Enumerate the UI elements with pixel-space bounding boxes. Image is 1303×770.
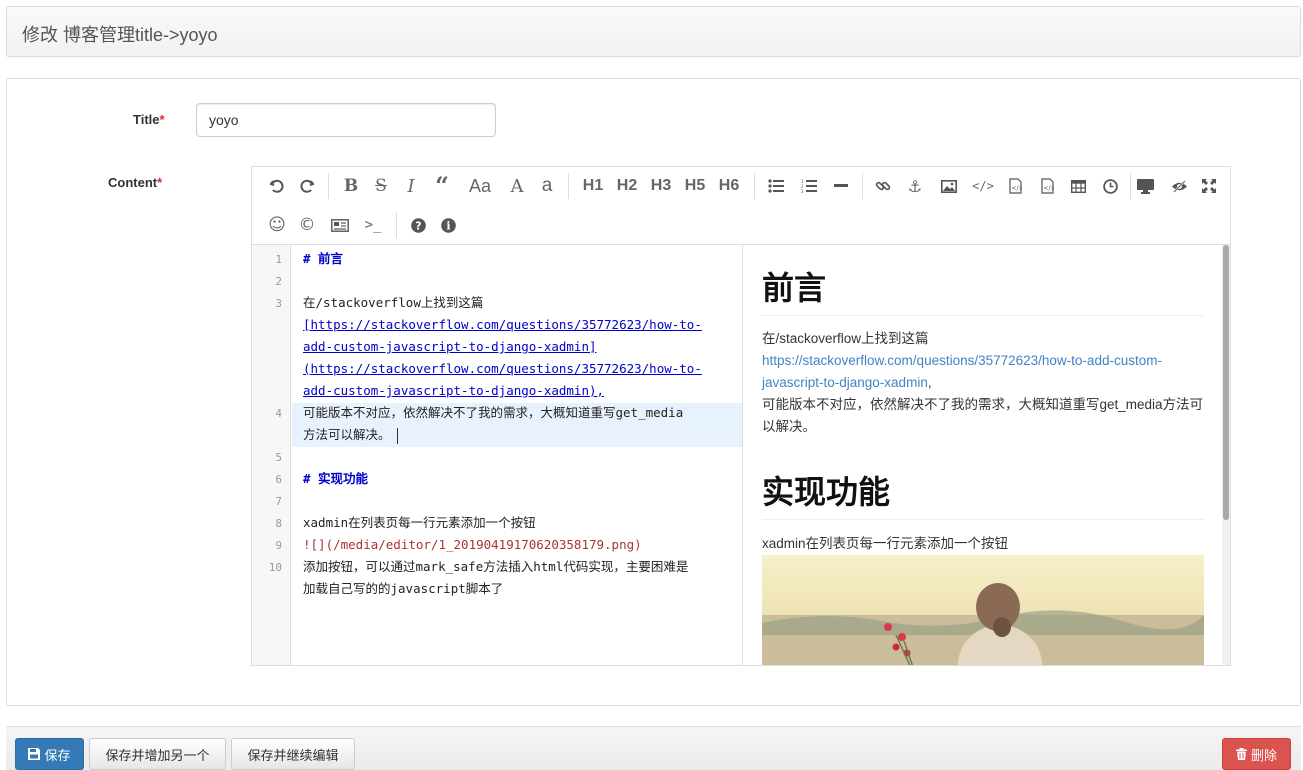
markdown-preview: 前言 在/stackoverflow上找到这篇 https://stackove… <box>742 245 1230 665</box>
datetime-icon[interactable] <box>1099 173 1121 199</box>
toolbar-separator <box>1130 173 1131 199</box>
anchor-icon[interactable]: ⚓ <box>904 173 926 199</box>
toolbar-separator <box>754 173 755 199</box>
preview-heading: 前言 <box>762 263 1204 316</box>
h5-button[interactable]: H5 <box>680 173 710 199</box>
svg-text:</>: </> <box>1043 185 1054 192</box>
code-line: xadmin在列表页每一行元素添加一个按钮 <box>303 515 536 530</box>
fullscreen-icon[interactable] <box>1198 173 1220 199</box>
svg-text:3: 3 <box>801 189 804 193</box>
image-icon[interactable] <box>938 173 960 199</box>
html-entities-icon[interactable]: © <box>296 212 318 238</box>
code-line: ![](/media/editor/1_20190419170620358179… <box>303 537 642 552</box>
code-line: [https://stackoverflow.com/questions/357… <box>303 317 702 332</box>
text-cursor <box>396 427 398 444</box>
preformatted-code-icon[interactable]: </> <box>1004 173 1026 199</box>
code-line: # 实现功能 <box>303 471 369 486</box>
save-button[interactable]: 保存 <box>15 738 84 770</box>
table-icon[interactable] <box>1067 173 1089 199</box>
code-line: (https://stackoverflow.com/questions/357… <box>303 361 702 376</box>
line-number: 7 <box>275 495 282 508</box>
line-number: 3 <box>275 297 282 310</box>
toolbar-separator <box>568 173 569 199</box>
title-input[interactable] <box>196 103 496 137</box>
code-line: # 前言 <box>303 251 344 266</box>
code-line: add-custom-javascript-to-django-xadmin] <box>303 339 597 354</box>
line-number: 8 <box>275 517 282 530</box>
line-number: 5 <box>275 451 282 464</box>
toolbar-separator <box>328 173 329 199</box>
code-line: add-custom-javascript-to-django-xadmin), <box>303 383 605 398</box>
code-block-icon[interactable]: </> <box>1036 173 1058 199</box>
toolbar-separator <box>396 212 397 238</box>
quote-icon[interactable]: “ <box>430 171 454 200</box>
preview-scrollbar[interactable] <box>1222 245 1230 665</box>
letter-a-icon[interactable]: A <box>506 173 528 199</box>
line-number: 10 <box>268 561 282 574</box>
link-icon[interactable] <box>872 173 894 199</box>
toolbar-separator <box>862 173 863 199</box>
ordered-list-icon[interactable]: 123 <box>798 173 820 199</box>
svg-text:</>: </> <box>1011 185 1022 192</box>
help-icon[interactable]: ? <box>407 212 429 238</box>
code-icon[interactable]: </> <box>972 173 994 199</box>
h6-button[interactable]: H6 <box>714 173 744 199</box>
line-number: 2 <box>275 275 282 288</box>
h2-button[interactable]: H2 <box>612 173 642 199</box>
code-line: 可能版本不对应，依然解决不了我的需求，大概知道重写get_media <box>303 405 684 420</box>
uppercase-icon[interactable]: Aa <box>466 173 494 199</box>
line-number: 4 <box>275 407 282 420</box>
code-line: 添加按钮，可以通过mark_safe方法插入html代码实现，主要困难是 <box>303 559 689 574</box>
preview-link[interactable]: https://stackoverflow.com/questions/3577… <box>762 353 1162 390</box>
svg-text:?: ? <box>415 219 421 232</box>
line-number: 6 <box>275 473 282 486</box>
page-title: 修改 博客管理title->yoyo <box>22 25 218 45</box>
hr-icon[interactable] <box>830 173 852 199</box>
preview-icon[interactable] <box>1168 173 1190 199</box>
content-label: Content* <box>108 175 163 190</box>
save-and-continue-button[interactable]: 保存并继续编辑 <box>231 738 355 770</box>
code-line: 方法可以解决。 <box>303 424 733 446</box>
info-icon[interactable]: i <box>437 212 459 238</box>
h3-button[interactable]: H3 <box>646 173 676 199</box>
page-header: 修改 博客管理title->yoyo <box>6 6 1301 57</box>
preview-paragraph: xadmin在列表页每一行元素添加一个按钮 <box>762 536 1009 551</box>
code-line: 加载自己写的的javascript脚本了 <box>303 581 504 596</box>
preview-heading: 实现功能 <box>762 467 1204 520</box>
redo-icon[interactable] <box>296 173 318 199</box>
svg-text:i: i <box>446 219 450 232</box>
unordered-list-icon[interactable] <box>765 173 787 199</box>
lowercase-icon[interactable]: a <box>536 173 558 199</box>
trash-icon <box>1235 748 1247 760</box>
form-actions-bar: 保存 保存并增加另一个 保存并继续编辑 删除 <box>6 726 1301 770</box>
code-line: 在/stackoverflow上找到这篇 <box>303 295 484 310</box>
italic-icon[interactable]: I <box>400 173 422 199</box>
scrollbar-thumb[interactable] <box>1223 245 1229 520</box>
preview-image <box>762 555 1204 665</box>
title-label: Title* <box>133 112 165 127</box>
watch-icon[interactable] <box>1134 173 1156 199</box>
h1-button[interactable]: H1 <box>578 173 608 199</box>
editor-toolbar: B S I “ Aa A a H1 H2 H3 H5 H6 123 ⚓ </> … <box>252 167 1230 245</box>
preview-paragraph: 在/stackoverflow上找到这篇 https://stackoverfl… <box>762 331 1204 434</box>
pagebreak-icon[interactable] <box>328 212 352 238</box>
emoji-icon[interactable]: ☺ <box>266 212 288 238</box>
line-number: 1 <box>275 253 282 266</box>
line-number: 9 <box>275 539 282 552</box>
delete-button[interactable]: 删除 <box>1222 738 1291 770</box>
save-and-add-another-button[interactable]: 保存并增加另一个 <box>89 738 226 770</box>
save-icon <box>28 748 41 760</box>
markdown-editor: B S I “ Aa A a H1 H2 H3 H5 H6 123 ⚓ </> … <box>251 166 1231 666</box>
markdown-source[interactable]: 1 # 前言 2 3 在/stackoverflow上找到这篇 [https:/… <box>252 245 742 665</box>
undo-icon[interactable] <box>266 173 288 199</box>
terminal-icon[interactable]: >_ <box>362 212 384 238</box>
strikethrough-icon[interactable]: S <box>370 173 392 199</box>
bold-icon[interactable]: B <box>340 173 362 199</box>
